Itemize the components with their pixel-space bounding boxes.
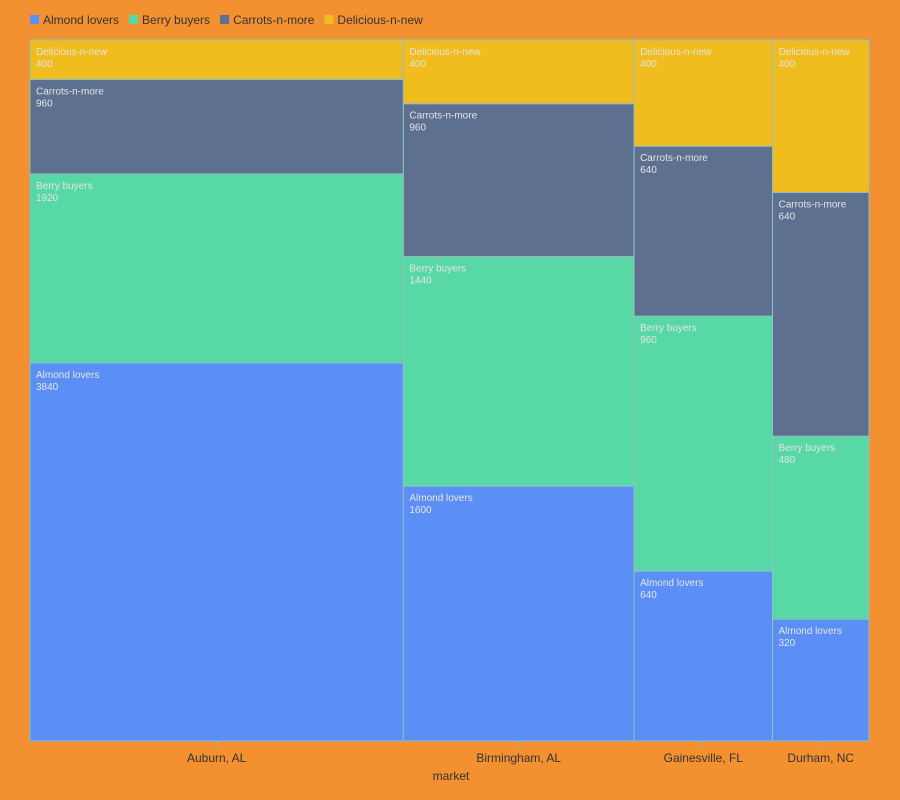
cell-value-auburn-al-berry-buyers: 1920 [36, 193, 59, 204]
cell-value-auburn-al-delicious-n-new: 400 [36, 59, 53, 70]
cell-value-gainesville-fl-berry-buyers: 960 [640, 335, 657, 346]
x-tick-label-birmingham-al: Birmingham, AL [476, 751, 561, 765]
legend-label-almond-lovers: Almond lovers [43, 13, 119, 27]
cell-value-gainesville-fl-almond-lovers: 640 [640, 590, 657, 601]
cell-auburn-al-almond-lovers [29, 362, 404, 742]
cell-birmingham-al-almond-lovers [402, 485, 635, 742]
legend-swatch-berry-buyers [129, 15, 139, 24]
cell-value-durham-nc-carrots-n-more: 640 [779, 211, 796, 222]
cell-label-auburn-al-almond-lovers: Almond lovers [36, 370, 99, 381]
cell-durham-nc-carrots-n-more [772, 191, 870, 437]
cell-value-gainesville-fl-delicious-n-new: 400 [640, 59, 657, 70]
legend-swatch-carrots-n-more [220, 15, 230, 24]
cell-value-gainesville-fl-carrots-n-more: 640 [640, 165, 657, 176]
legend: Almond lovers Berry buyers Carrots-n-more D… [30, 13, 423, 27]
x-axis-title: market [433, 769, 470, 783]
cell-label-gainesville-fl-almond-lovers: Almond lovers [640, 578, 703, 589]
cell-value-durham-nc-almond-lovers: 320 [779, 638, 796, 649]
legend-swatch-almond-lovers [30, 15, 39, 24]
marimekko-chart: Almond lovers Berry buyers Carrots-n-more D… [29, 13, 870, 783]
cell-label-gainesville-fl-berry-buyers: Berry buyers [640, 323, 697, 334]
cell-label-durham-nc-carrots-n-more: Carrots-n-more [779, 199, 847, 210]
x-tick-label-gainesville-fl: Gainesville, FL [664, 751, 744, 765]
cell-label-gainesville-fl-delicious-n-new: Delicious-n-new [640, 47, 712, 58]
cell-value-durham-nc-berry-buyers: 480 [779, 455, 796, 466]
cell-value-birmingham-al-carrots-n-more: 960 [409, 123, 426, 134]
cell-label-durham-nc-almond-lovers: Almond lovers [779, 626, 842, 637]
cell-label-gainesville-fl-carrots-n-more: Carrots-n-more [640, 153, 708, 164]
cell-label-durham-nc-delicious-n-new: Delicious-n-new [779, 47, 851, 58]
cell-label-birmingham-al-berry-buyers: Berry buyers [409, 264, 466, 275]
cell-label-birmingham-al-almond-lovers: Almond lovers [409, 493, 472, 504]
cell-label-auburn-al-berry-buyers: Berry buyers [36, 181, 93, 192]
cell-value-birmingham-al-berry-buyers: 1440 [409, 276, 432, 287]
legend-label-berry-buyers: Berry buyers [142, 13, 210, 27]
cell-value-auburn-al-carrots-n-more: 960 [36, 98, 53, 109]
cell-label-birmingham-al-carrots-n-more: Carrots-n-more [409, 111, 477, 122]
legend-label-delicious-n-new: Delicious-n-new [337, 13, 423, 27]
cell-gainesville-fl-berry-buyers [633, 315, 774, 572]
cell-value-birmingham-al-almond-lovers: 1600 [409, 505, 432, 516]
cell-birmingham-al-berry-buyers [402, 256, 635, 487]
cell-value-durham-nc-delicious-n-new: 400 [779, 59, 796, 70]
x-tick-label-auburn-al: Auburn, AL [187, 751, 247, 765]
legend-label-carrots-n-more: Carrots-n-more [233, 13, 315, 27]
cell-birmingham-al-carrots-n-more [402, 103, 635, 258]
cell-value-birmingham-al-delicious-n-new: 400 [409, 59, 426, 70]
cell-label-birmingham-al-delicious-n-new: Delicious-n-new [409, 47, 481, 58]
cell-auburn-al-berry-buyers [29, 173, 404, 364]
legend-swatch-delicious-n-new [324, 15, 334, 24]
cell-label-durham-nc-berry-buyers: Berry buyers [779, 443, 836, 454]
x-tick-label-durham-nc: Durham, NC [787, 751, 854, 765]
plot-area: Almond lovers3840Berry buyers1920Carrots… [29, 39, 870, 742]
cell-label-auburn-al-delicious-n-new: Delicious-n-new [36, 47, 108, 58]
x-axis: Auburn, AL Birmingham, AL Gainesville, FL D… [187, 741, 854, 765]
cell-auburn-al-delicious-n-new [29, 39, 404, 80]
cell-value-auburn-al-almond-lovers: 3840 [36, 382, 59, 393]
cell-label-auburn-al-carrots-n-more: Carrots-n-more [36, 86, 104, 97]
